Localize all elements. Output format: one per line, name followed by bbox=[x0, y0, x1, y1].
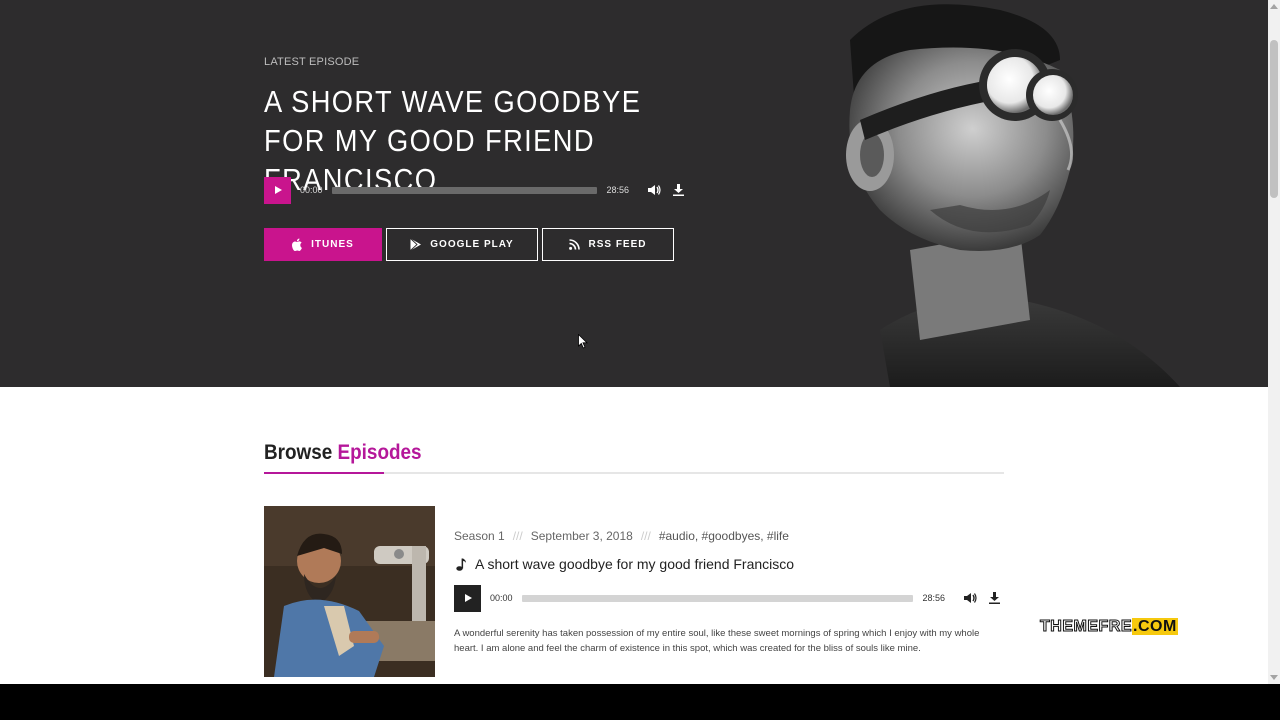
bottom-bar bbox=[0, 684, 1280, 720]
play-icon bbox=[274, 186, 282, 194]
watermark-suffix: .COM bbox=[1132, 618, 1178, 635]
scrollbar-thumb[interactable] bbox=[1270, 40, 1278, 198]
hero-portrait-image bbox=[846, 4, 1180, 387]
hero-duration: 28:56 bbox=[606, 185, 629, 195]
page-scrollbar[interactable] bbox=[1268, 0, 1280, 684]
subscribe-buttons: ITUNES GOOGLE PLAY RSS FEED bbox=[264, 228, 674, 261]
hero-audio-player: 00:00 28:56 bbox=[264, 176, 686, 204]
episode-season[interactable]: Season 1 bbox=[454, 529, 505, 543]
browse-episodes-heading: Browse Episodes bbox=[264, 441, 422, 465]
scroll-down-arrow-icon[interactable] bbox=[1270, 675, 1278, 680]
volume-icon bbox=[964, 593, 977, 603]
scroll-up-arrow-icon[interactable] bbox=[1270, 4, 1278, 9]
rss-feed-label: RSS FEED bbox=[588, 239, 647, 250]
google-play-label: GOOGLE PLAY bbox=[430, 239, 514, 250]
episode-title-row: A short wave goodbye for my good friend … bbox=[456, 556, 794, 572]
hero-label: LATEST EPISODE bbox=[264, 56, 360, 68]
episode-date: September 3, 2018 bbox=[530, 529, 633, 543]
episode-title-link[interactable]: A short wave goodbye for my good friend … bbox=[475, 556, 794, 572]
browse-divider bbox=[264, 472, 1004, 474]
itunes-button[interactable]: ITUNES bbox=[264, 228, 382, 261]
episode-meta: Season 1 /// September 3, 2018 /// #audi… bbox=[454, 529, 789, 543]
google-play-button[interactable]: GOOGLE PLAY bbox=[386, 228, 538, 261]
hero-section: LATEST EPISODE A SHORT WAVE GOODBYE FOR … bbox=[0, 0, 1268, 387]
hero-play-button[interactable] bbox=[264, 176, 291, 204]
download-icon bbox=[672, 184, 684, 196]
browse-title-plain: Browse bbox=[264, 441, 333, 464]
rss-feed-button[interactable]: RSS FEED bbox=[542, 228, 674, 261]
itunes-label: ITUNES bbox=[311, 239, 354, 250]
episode-description: A wonderful serenity has taken possessio… bbox=[454, 628, 980, 654]
hero-progress-track[interactable] bbox=[331, 186, 598, 194]
play-icon bbox=[464, 594, 472, 602]
episode-audio-player: 00:00 28:56 bbox=[454, 584, 1002, 612]
episode-download-button[interactable] bbox=[986, 590, 1002, 606]
browse-title-accent: Episodes bbox=[337, 441, 422, 464]
hero-current-time: 00:00 bbox=[300, 185, 323, 195]
music-note-icon bbox=[456, 558, 466, 571]
watermark-logo: THEMEFRE.COM bbox=[1040, 618, 1178, 636]
hero-download-button[interactable] bbox=[670, 182, 686, 198]
episode-play-button[interactable] bbox=[454, 584, 481, 612]
volume-icon bbox=[648, 185, 661, 195]
episode-duration: 28:56 bbox=[922, 593, 945, 603]
apple-icon bbox=[292, 238, 303, 251]
episode-progress-track[interactable] bbox=[521, 594, 914, 602]
episode-thumbnail[interactable] bbox=[264, 506, 435, 677]
hero-volume-button[interactable] bbox=[646, 182, 662, 198]
episode-current-time: 00:00 bbox=[490, 593, 513, 603]
rss-icon bbox=[569, 239, 581, 250]
episode-tags[interactable]: #audio, #goodbyes, #life bbox=[659, 529, 789, 543]
browse-divider-accent bbox=[264, 472, 384, 474]
cursor-icon bbox=[578, 334, 588, 349]
google-play-icon bbox=[410, 238, 422, 251]
episode-volume-button[interactable] bbox=[962, 590, 978, 606]
watermark-main: THEMEFRE bbox=[1040, 618, 1133, 636]
browser-viewport: LATEST EPISODE A SHORT WAVE GOODBYE FOR … bbox=[0, 0, 1268, 684]
download-icon bbox=[988, 592, 1000, 604]
meta-separator: /// bbox=[512, 529, 523, 543]
meta-separator: /// bbox=[640, 529, 651, 543]
